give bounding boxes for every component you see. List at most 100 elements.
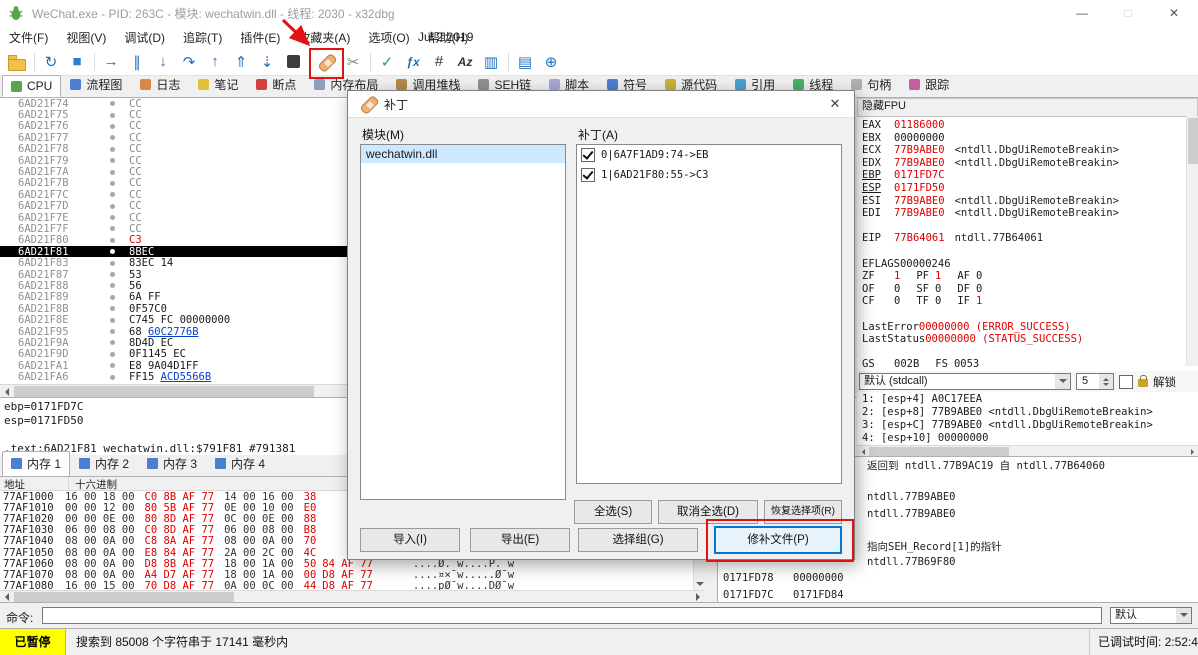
scroll-thumb[interactable]: [14, 592, 234, 602]
register-row[interactable]: [862, 220, 1198, 233]
register-row[interactable]: ESI 77B9ABE0 <ntdll.DbgUiRemoteBreakin>: [862, 195, 1198, 208]
hide-fpu-button[interactable]: 隐藏FPU: [857, 98, 1198, 117]
register-row[interactable]: LastStatus00000000 (STATUS_SUCCESS): [862, 333, 1198, 346]
close-button[interactable]: ✕: [1151, 0, 1197, 26]
run-to-return-icon[interactable]: ⇑: [228, 50, 254, 74]
scroll-down-icon[interactable]: [694, 578, 706, 590]
scroll-thumb[interactable]: [14, 386, 314, 397]
register-row[interactable]: EDI 77B9ABE0 <ntdll.DbgUiRemoteBreakin>: [862, 207, 1198, 220]
minimize-button[interactable]: —: [1059, 0, 1105, 26]
dump-tab-3[interactable]: 内存 3: [138, 451, 206, 476]
export-button[interactable]: 导出(E): [470, 528, 570, 552]
pick-groups-button[interactable]: 选择组(G): [578, 528, 698, 552]
register-row[interactable]: EAX 01186000: [862, 119, 1198, 132]
stack-row[interactable]: 0171FD78 00000000: [718, 570, 1198, 586]
open-file-icon[interactable]: [4, 50, 30, 74]
stack-row[interactable]: 0171FD7C 0171FD84: [718, 587, 1198, 603]
memory-map-icon[interactable]: ▤: [512, 50, 538, 74]
chevron-down-icon[interactable]: [1055, 374, 1070, 389]
maximize-button[interactable]: □: [1105, 0, 1151, 26]
patch-dialog-titlebar[interactable]: 补丁 ✕: [348, 91, 854, 118]
register-row[interactable]: EFLAGS00000246: [862, 258, 1198, 271]
select-all-button[interactable]: 全选(S): [574, 500, 652, 524]
menu-file[interactable]: 文件(F): [0, 27, 57, 48]
patch-item[interactable]: 1|6AD21F80:55->C3: [577, 165, 841, 185]
register-row[interactable]: EDX 77B9ABE0 <ntdll.DbgUiRemoteBreakin>: [862, 157, 1198, 170]
patch-checkbox[interactable]: [581, 148, 595, 162]
scissors-icon[interactable]: ✂: [340, 50, 366, 74]
step-out-icon[interactable]: ↑: [202, 50, 228, 74]
restart-icon[interactable]: ↻: [38, 50, 64, 74]
calling-convention-select[interactable]: 默认 (stdcall): [859, 373, 1071, 390]
register-row[interactable]: [862, 346, 1198, 359]
menu-plugins[interactable]: 插件(E): [231, 27, 289, 48]
toolbar-separator[interactable]: [366, 50, 374, 74]
menu-favourites[interactable]: 收藏夹(A): [289, 27, 359, 48]
dump-row[interactable]: 77AF1080 16 00 15 00 70 D8 AF 77 0A 00 0…: [0, 580, 705, 590]
run-icon[interactable]: →: [98, 50, 124, 74]
graph-icon[interactable]: ▥: [478, 50, 504, 74]
patch-file-button[interactable]: 修补文件(P): [714, 526, 842, 554]
terminal-icon[interactable]: [280, 50, 306, 74]
globe-icon[interactable]: ⊕: [538, 50, 564, 74]
stop-icon[interactable]: ■: [64, 50, 90, 74]
hash-icon[interactable]: #: [426, 50, 452, 74]
dialog-close-icon[interactable]: ✕: [824, 96, 846, 112]
register-row[interactable]: [862, 245, 1198, 258]
tab-trace[interactable]: 跟踪: [900, 72, 958, 97]
restore-selection-button[interactable]: 恢复选择项(R): [764, 500, 842, 524]
disasm-bytes-link[interactable]: ACD5566B: [161, 371, 212, 383]
patch-icon[interactable]: [314, 50, 340, 74]
arguments-pane[interactable]: 1: [esp+4] A0C17EEA 2: [esp+8] 77B9ABE0 …: [857, 393, 1186, 445]
argument-row[interactable]: 2: [esp+8] 77B9ABE0 <ntdll.DbgUiRemoteBr…: [857, 406, 1186, 419]
register-row[interactable]: CF 0 TF 0 IF 1: [862, 295, 1198, 308]
dump-tab-1[interactable]: 内存 1: [2, 451, 71, 476]
register-row[interactable]: GS 002B FS 0053: [862, 358, 1198, 371]
menu-trace[interactable]: 追踪(T): [174, 27, 231, 48]
scroll-thumb[interactable]: [1188, 118, 1198, 164]
import-button[interactable]: 导入(I): [360, 528, 460, 552]
command-input[interactable]: [42, 607, 1102, 624]
register-row[interactable]: ZF 1 PF 1 AF 0: [862, 270, 1198, 283]
toolbar-separator[interactable]: [504, 50, 512, 74]
patch-checkbox[interactable]: [581, 168, 595, 182]
check-icon[interactable]: ✓: [374, 50, 400, 74]
step-into-icon[interactable]: ↓: [150, 50, 176, 74]
toolbar-separator[interactable]: [30, 50, 38, 74]
disasm-bytes-link[interactable]: 60C2776B: [148, 326, 199, 338]
register-row[interactable]: EBX 00000000: [862, 132, 1198, 145]
tab-notes[interactable]: 笔记: [189, 72, 247, 97]
tab-cpu[interactable]: CPU: [2, 75, 62, 97]
command-profile-select[interactable]: 默认: [1110, 607, 1192, 624]
register-row[interactable]: ECX 77B9ABE0 <ntdll.DbgUiRemoteBreakin>: [862, 144, 1198, 157]
module-list-item[interactable]: wechatwin.dll: [361, 145, 565, 163]
register-row[interactable]: OF 0 SF 0 DF 0: [862, 283, 1198, 296]
pause-icon[interactable]: ∥: [124, 50, 150, 74]
register-row[interactable]: [862, 308, 1198, 321]
argument-row[interactable]: 4: [esp+10] 00000000: [857, 432, 1186, 445]
argument-row[interactable]: 1: [esp+4] A0C17EEA: [857, 393, 1186, 406]
register-row[interactable]: EIP 77B64061 ntdll.77B64061: [862, 232, 1198, 245]
menu-debug[interactable]: 调试(D): [115, 27, 174, 48]
step-over-icon[interactable]: ↷: [176, 50, 202, 74]
fx-icon[interactable]: ƒx: [400, 50, 426, 74]
unlock-checkbox[interactable]: [1119, 374, 1133, 389]
register-row[interactable]: EBP 0171FD7C: [862, 169, 1198, 182]
dump-row[interactable]: 77AF1070 08 00 0A 00 A4 D7 AF 77 18 00 1…: [0, 569, 705, 581]
dump-tab-2[interactable]: 内存 2: [70, 451, 138, 476]
tab-graph[interactable]: 流程图: [61, 72, 131, 97]
dump-tab-4[interactable]: 内存 4: [206, 451, 274, 476]
modules-list[interactable]: wechatwin.dll: [360, 144, 566, 500]
trace-icon[interactable]: ⇣: [254, 50, 280, 74]
tab-breakpoints[interactable]: 断点: [247, 72, 305, 97]
registers-vscrollbar[interactable]: [1186, 116, 1198, 366]
register-row[interactable]: LastError00000000 (ERROR_SUCCESS): [862, 321, 1198, 334]
scroll-thumb[interactable]: [869, 447, 1009, 456]
tab-log[interactable]: 日志: [131, 72, 189, 97]
register-row[interactable]: ESP 0171FD50: [862, 182, 1198, 195]
patch-item[interactable]: 0|6A7F1AD9:74->EB: [577, 145, 841, 165]
chevron-down-icon[interactable]: [1176, 608, 1191, 623]
az-icon[interactable]: Az: [452, 50, 478, 74]
menu-view[interactable]: 视图(V): [57, 27, 115, 48]
argument-row[interactable]: 3: [esp+C] 77B9ABE0 <ntdll.DbgUiRemoteBr…: [857, 419, 1186, 432]
